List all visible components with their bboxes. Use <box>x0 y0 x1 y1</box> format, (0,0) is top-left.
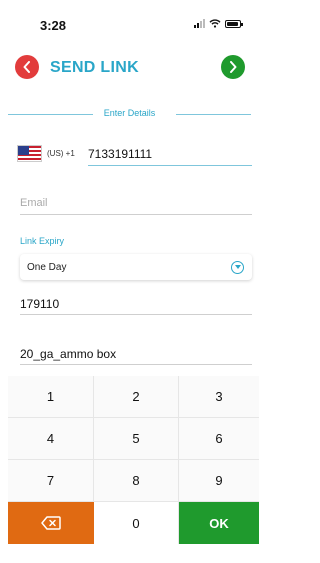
next-button[interactable] <box>221 55 245 79</box>
key-1[interactable]: 1 <box>8 376 94 418</box>
code-input[interactable]: 179110 <box>20 295 252 315</box>
link-expiry-select[interactable]: One Day <box>20 254 252 280</box>
status-time: 3:28 <box>40 18 67 33</box>
status-icons <box>194 19 243 28</box>
key-4[interactable]: 4 <box>8 418 94 460</box>
key-7[interactable]: 7 <box>8 460 94 502</box>
signal-icon <box>194 19 205 28</box>
phone-row: (US) +1 7133191111 <box>17 143 252 167</box>
delete-key[interactable] <box>8 502 94 544</box>
name-input[interactable]: 20_ga_ammo box <box>20 345 252 365</box>
phone-number-input[interactable]: 7133191111 <box>88 147 152 161</box>
header: SEND LINK <box>0 50 259 84</box>
backspace-icon <box>41 516 61 530</box>
email-field[interactable]: Email <box>20 197 252 215</box>
country-code[interactable]: (US) +1 <box>47 149 75 158</box>
key-0[interactable]: 0 <box>94 502 179 544</box>
chevron-left-icon <box>23 61 30 73</box>
ok-button[interactable]: OK <box>179 502 259 544</box>
key-8[interactable]: 8 <box>94 460 179 502</box>
key-6[interactable]: 6 <box>179 418 259 460</box>
wifi-icon <box>209 19 221 28</box>
status-bar: 3:28 <box>0 0 259 44</box>
page-title: SEND LINK <box>50 59 139 76</box>
divider-line-right <box>176 114 251 115</box>
section-divider: Enter Details <box>8 108 251 120</box>
numeric-keypad: 1 2 3 4 5 6 7 8 9 0 OK <box>8 376 259 544</box>
chevron-right-icon <box>230 61 237 73</box>
link-expiry-label: Link Expiry <box>20 236 65 246</box>
link-expiry-value: One Day <box>27 262 67 273</box>
key-2[interactable]: 2 <box>94 376 179 418</box>
key-5[interactable]: 5 <box>94 418 179 460</box>
key-3[interactable]: 3 <box>179 376 259 418</box>
section-label: Enter Details <box>103 108 156 118</box>
chevron-down-icon <box>231 261 244 274</box>
us-flag-icon[interactable] <box>17 145 42 162</box>
back-button[interactable] <box>15 55 39 79</box>
battery-icon <box>225 19 243 28</box>
phone-underline <box>88 165 252 166</box>
key-9[interactable]: 9 <box>179 460 259 502</box>
